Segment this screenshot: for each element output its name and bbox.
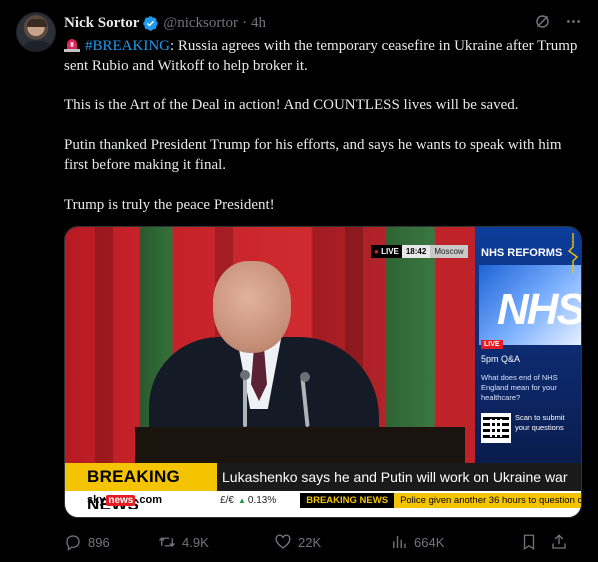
live-label: LIVE	[381, 247, 399, 256]
news-ticker: BREAKING NEWS Lukashenko says he and Put…	[65, 463, 581, 517]
side-event-time: 5pm Q&A	[481, 354, 521, 364]
tweet-body: #BREAKING: Russia agrees with the tempor…	[64, 36, 584, 235]
tweet-paragraph-2: This is the Art of the Deal in action! A…	[64, 97, 519, 113]
bookmark-icon	[523, 534, 535, 551]
author-avatar[interactable]	[16, 12, 56, 52]
sky-news-logo: sky news .com	[87, 494, 163, 506]
tweet-paragraph-1: #BREAKING: Russia agrees with the tempor…	[64, 36, 584, 76]
verified-badge-icon	[142, 15, 159, 32]
side-live-badge: LIVE	[481, 340, 503, 349]
clock-time: 18:42	[401, 245, 431, 258]
hashtag-breaking[interactable]: #BREAKING	[85, 38, 170, 54]
tweet-paragraph-4: Trump is truly the peace President!	[64, 197, 275, 213]
reply-button[interactable]: 896	[64, 533, 158, 551]
breaking-headline: Lukashenko says he and Putin will work o…	[217, 463, 581, 491]
share-button[interactable]	[550, 533, 568, 551]
analytics-icon	[393, 536, 406, 548]
post-time[interactable]: 4h	[251, 15, 266, 32]
heart-icon	[275, 534, 291, 549]
reply-count: 896	[88, 534, 110, 550]
repost-icon	[159, 537, 175, 547]
heartbeat-icon	[567, 233, 579, 273]
ticker-label: BREAKING NEWS	[300, 492, 395, 508]
view-count: 664K	[414, 534, 445, 550]
ticker-bottom-bar: sky news .com £/€ ▲ 0.13% BREAKING NEWS Poli…	[65, 491, 581, 509]
grok-icon[interactable]	[534, 13, 551, 34]
side-panel-title: NHS REFORMS	[481, 247, 563, 259]
tweet-paragraph-3: Putin thanked President Trump for his ef…	[64, 137, 562, 173]
like-count: 22K	[298, 534, 322, 550]
tweet-actions: 896 4.9K 22K 664K	[64, 531, 584, 553]
reply-icon	[66, 535, 80, 551]
bookmark-button[interactable]	[520, 533, 550, 551]
repost-count: 4.9K	[182, 534, 209, 550]
author-name[interactable]: Nick Sortor	[64, 15, 139, 32]
live-clock-chip: ● LIVE 18:42 Moscow	[371, 245, 468, 258]
side-question: What does end of NHS England mean for yo…	[481, 373, 558, 402]
share-icon	[552, 534, 566, 549]
microphone-icon	[243, 375, 247, 427]
repost-button[interactable]: 4.9K	[158, 533, 274, 551]
scan-instruction: Scan to submit your questions	[515, 413, 565, 432]
up-arrow-icon: ▲	[237, 495, 246, 505]
rotating-light-icon	[64, 38, 80, 52]
author-handle[interactable]: @nicksortor	[163, 15, 238, 32]
clock-city: Moscow	[430, 245, 468, 258]
qr-code-icon	[481, 413, 511, 443]
more-icon[interactable]	[565, 13, 582, 34]
nhs-logo-graphic: NHS	[479, 265, 581, 345]
breaking-news-label: BREAKING NEWS	[65, 463, 217, 514]
desk	[135, 427, 465, 463]
video-frame[interactable]: ● LIVE 18:42 Moscow	[65, 227, 475, 467]
currency-ticker: £/€ ▲ 0.13%	[220, 494, 277, 506]
video-media[interactable]: ● LIVE 18:42 Moscow NHS REFORMS NHS LIVE…	[64, 226, 582, 518]
side-panel: NHS REFORMS NHS LIVE 5pm Q&A What does e…	[475, 227, 581, 463]
views-button[interactable]: 664K	[390, 533, 520, 551]
like-button[interactable]: 22K	[274, 533, 390, 551]
tweet-header: Nick Sortor @nicksortor · 4h	[64, 12, 582, 34]
ticker-scroll-text: Police given another 36 hours to questio…	[394, 492, 581, 508]
separator-dot: ·	[242, 14, 248, 31]
